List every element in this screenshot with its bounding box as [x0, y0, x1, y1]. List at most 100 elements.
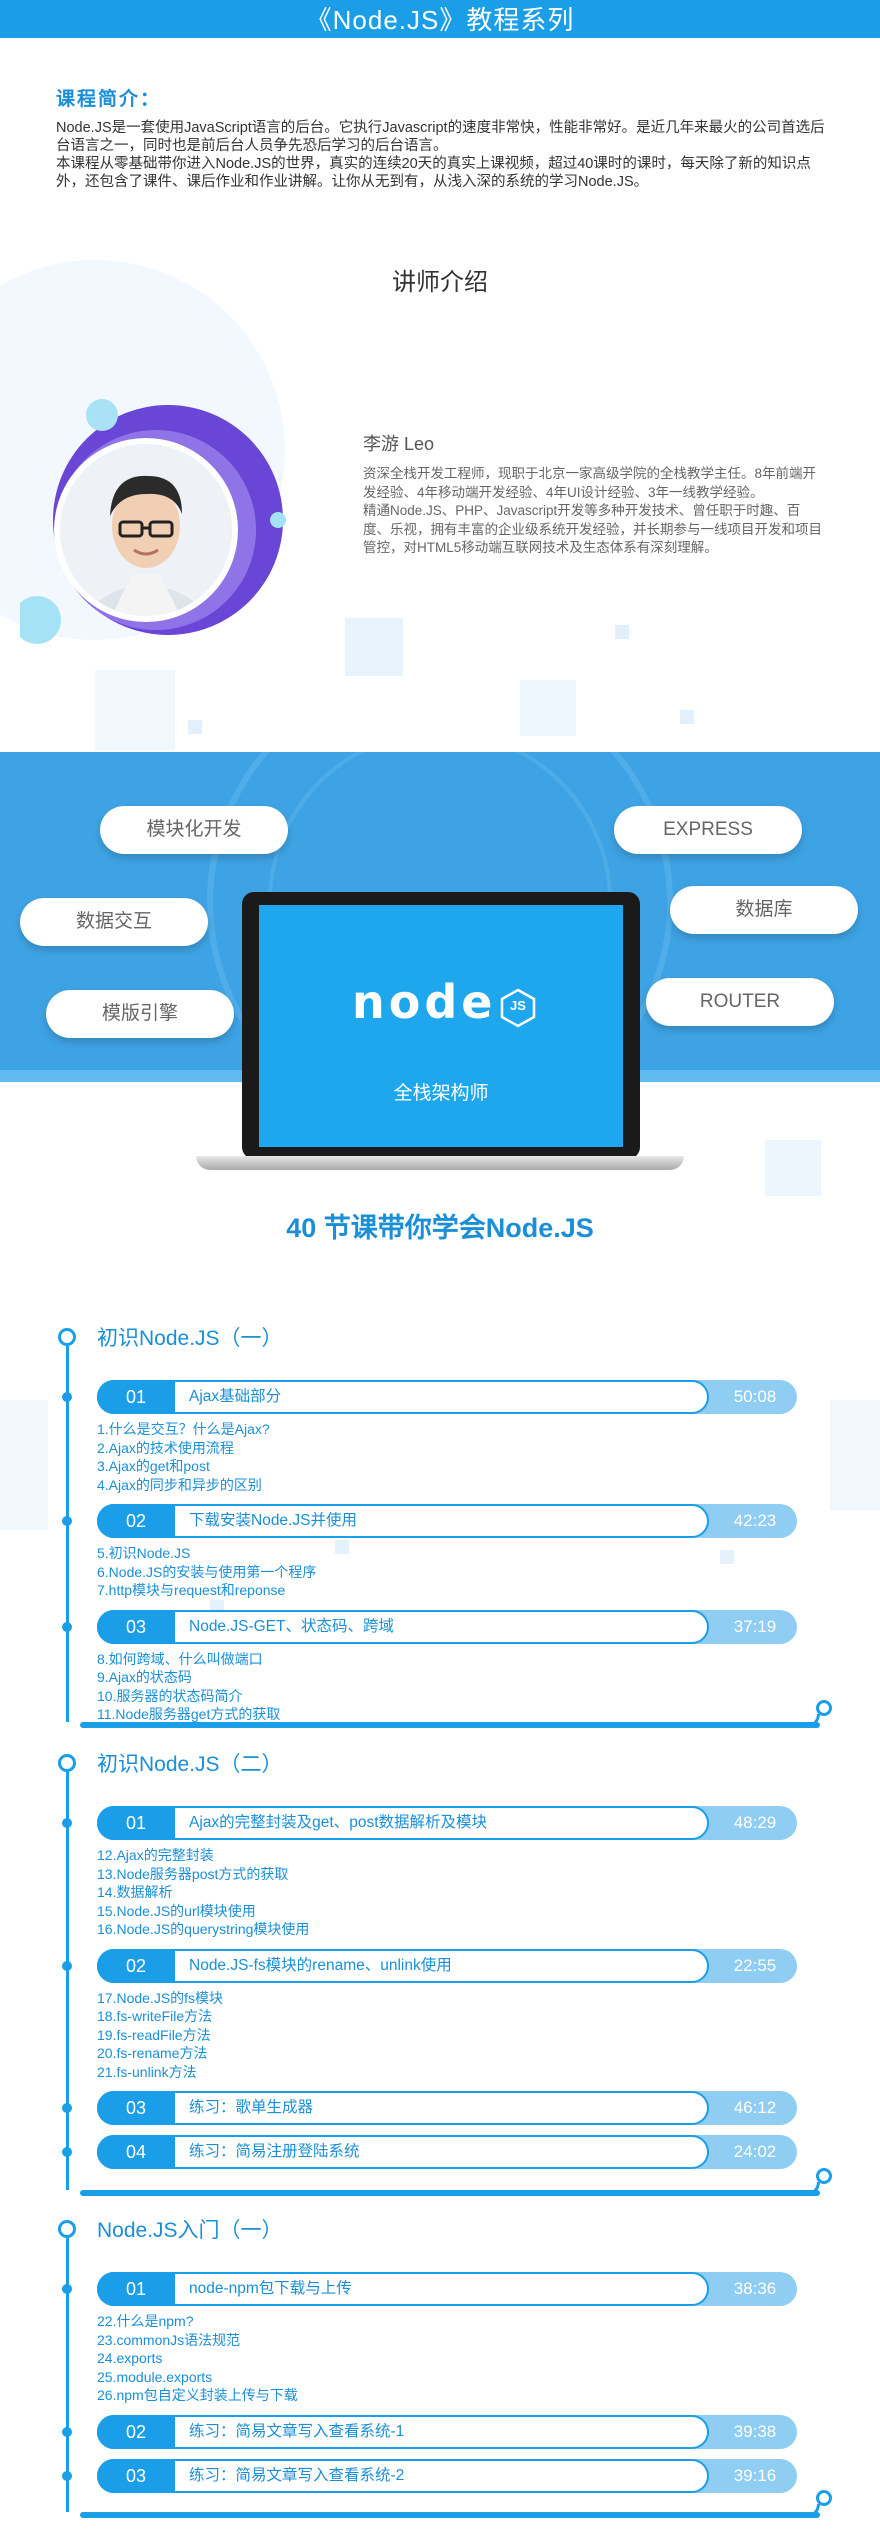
lesson-duration: 46:12	[733, 2098, 777, 2117]
lesson-number: 04	[97, 2135, 175, 2169]
page-title: 《Node.JS》教程系列	[305, 5, 575, 35]
timeline-line	[66, 1346, 69, 1722]
lesson-duration: 37:19	[733, 1616, 777, 1636]
lesson-row[interactable]: 02 Node.JS-fs模块的rename、unlink使用 22:55	[97, 1948, 797, 1983]
js-badge: JS	[510, 998, 526, 1013]
lesson-row[interactable]: 03 Node.JS-GET、状态码、跨域 37:19	[97, 1609, 797, 1644]
chapter-marker-icon	[58, 1754, 76, 1772]
teacher-name: 李游 Leo	[363, 434, 435, 454]
lesson-topic: 21.fs-unlink方法	[97, 2063, 197, 2080]
lesson-title: Node.JS-fs模块的rename、unlink使用	[189, 1956, 452, 1974]
lesson-duration: 38:36	[733, 2279, 777, 2298]
lesson-duration: 42:23	[733, 1511, 777, 1530]
lesson-topic: 26.npm包自定义封装上传与下载	[97, 2387, 298, 2403]
lesson-duration: 39:38	[733, 2421, 777, 2441]
page-header: 《Node.JS》教程系列	[0, 0, 880, 38]
avatar	[60, 444, 232, 616]
lesson-title: node-npm包下载与上传	[189, 2280, 352, 2297]
lesson-row[interactable]: 02 练习：简易文章写入查看系统-1 39:38	[97, 2414, 797, 2449]
lesson-row[interactable]: 01 Ajax的完整封装及get、post数据解析及模块 48:29	[97, 1806, 797, 1840]
intro-title: 课程简介：	[56, 89, 162, 110]
lesson-title: 下载安装Node.JS并使用	[189, 1512, 357, 1529]
chapter-end-swoosh	[80, 2512, 820, 2518]
lesson-duration: 48:29	[733, 1813, 777, 1832]
lesson-topic: 20.fs-rename方法	[97, 2045, 208, 2061]
lesson-topic: 10.服务器的状态码简介	[97, 1687, 243, 1704]
lesson-topic: 7.http模块与request和reponse	[97, 1582, 286, 1598]
timeline-line	[66, 1772, 69, 2190]
teacher-bio: 资深全栈开发工程师，现职于北京一家高级学院的全栈教学主任。8年前端开发经验、4年…	[363, 465, 825, 558]
lesson-number: 01	[97, 1806, 175, 1840]
lesson-duration: 50:08	[733, 1387, 777, 1406]
feature-pill-router: ROUTER	[646, 978, 834, 1026]
lesson-topic: 4.Ajax的同步和异步的区别	[97, 1476, 262, 1493]
chapter-marker-icon	[58, 2220, 76, 2238]
lesson-marker-icon	[62, 2470, 72, 2481]
lesson-number: 03	[97, 2091, 175, 2125]
intro-paragraph: 本课程从零基础带你进入Node.JS的世界，真实的连续20天的真实上课视频，超过…	[56, 156, 811, 190]
lesson-topic: 15.Node.JS的url模块使用	[97, 1902, 256, 1919]
chapter-end-swoosh	[80, 1722, 820, 1728]
lesson-topic: 16.Node.JS的querystring模块使用	[97, 1921, 310, 1937]
lesson-topic-list: 12.Ajax的完整封装 13.Node服务器post方式的获取 14.数据解析 15…	[97, 1846, 309, 1939]
lesson-row[interactable]: 01 node-npm包下载与上传 38:36	[97, 2272, 797, 2306]
teacher-bio-paragraph: 资深全栈开发工程师，现职于北京一家高级学院的全栈教学主任。8年前端开发经验、4年…	[363, 466, 817, 500]
lesson-duration: 22:55	[733, 1955, 777, 1975]
lesson-topic: 8.如何跨域、什么叫做端口	[97, 1650, 263, 1667]
chapter-marker-icon	[58, 1328, 76, 1346]
feature-pill-database: 数据库	[670, 886, 858, 934]
lesson-topic: 5.初识Node.JS	[97, 1545, 191, 1561]
lesson-number: 03	[97, 2458, 175, 2493]
lesson-number: 03	[97, 1609, 175, 1644]
lesson-topic: 13.Node服务器post方式的获取	[97, 1865, 289, 1882]
lesson-topic-list: 8.如何跨域、什么叫做端口 9.Ajax的状态码 10.服务器的状态码简介 11.No…	[97, 1650, 280, 1724]
lesson-topic: 18.fs-writeFile方法	[97, 2008, 213, 2024]
lesson-topic: 11.Node服务器get方式的获取	[97, 1706, 281, 1722]
lesson-marker-icon	[62, 1392, 72, 1402]
lesson-title: 练习：歌单生成器	[189, 2099, 314, 2116]
lesson-row[interactable]: 02 下载安装Node.JS并使用 42:23	[97, 1504, 797, 1538]
lesson-number: 02	[97, 1948, 175, 1983]
lesson-title: 练习：简易文章写入查看系统-2	[189, 2466, 405, 2484]
lesson-title: 练习：简易注册登陆系统	[189, 2143, 360, 2160]
lesson-number: 01	[97, 2272, 175, 2306]
lesson-topic: 6.Node.JS的安装与使用第一个程序	[97, 1563, 317, 1580]
node-logo: node	[352, 975, 497, 1029]
lesson-topic: 3.Ajax的get和post	[97, 1458, 210, 1474]
feature-pill-express: EXPRESS	[614, 806, 802, 854]
chapter-title: Node.JS入门（一）	[97, 2219, 283, 2242]
intro-paragraph: Node.JS是一套使用JavaScript语言的后台。它执行Javascrip…	[56, 120, 825, 154]
lesson-title: Node.JS-GET、状态码、跨域	[189, 1617, 394, 1635]
feature-pill-modular: 模块化开发	[100, 806, 288, 854]
lesson-topic: 1.什么是交互？什么是Ajax?	[97, 1421, 270, 1437]
lesson-topic: 22.什么是npm?	[97, 2313, 194, 2329]
lesson-marker-icon	[62, 2103, 72, 2113]
lesson-topic: 23.commonJs语法规范	[97, 2331, 241, 2348]
lesson-marker-icon	[62, 1960, 72, 1971]
lesson-topic-list: 1.什么是交互？什么是Ajax? 2.Ajax的技术使用流程 3.Ajax的get和…	[97, 1420, 270, 1494]
lesson-topic-list: 5.初识Node.JS 6.Node.JS的安装与使用第一个程序 7.http模块与…	[97, 1544, 316, 1600]
lesson-marker-icon	[62, 2284, 72, 2294]
lesson-topic: 14.数据解析	[97, 1884, 173, 1900]
lesson-topic: 24.exports	[97, 2350, 163, 2366]
chapter-end-swoosh	[80, 2190, 820, 2196]
lesson-topic: 25.module.exports	[97, 2368, 213, 2385]
lesson-topic-list: 17.Node.JS的fs模块 18.fs-writeFile方法 19.fs-re…	[97, 1989, 223, 2082]
lesson-duration: 24:02	[733, 2142, 777, 2161]
lesson-topic: 9.Ajax的状态码	[97, 1669, 192, 1685]
lesson-topic: 19.fs-readFile方法	[97, 2026, 211, 2043]
lesson-marker-icon	[62, 1516, 72, 1526]
lesson-topic: 12.Ajax的完整封装	[97, 1847, 214, 1863]
lesson-number: 02	[97, 2414, 175, 2449]
lesson-marker-icon	[62, 2147, 72, 2157]
lesson-topic-list: 22.什么是npm? 23.commonJs语法规范 24.exports 25.mo…	[97, 2312, 298, 2405]
lesson-duration: 39:16	[733, 2465, 777, 2485]
lesson-row[interactable]: 04 练习：简易注册登陆系统 24:02	[97, 2135, 797, 2169]
lesson-row[interactable]: 01 Ajax基础部分 50:08	[97, 1380, 797, 1414]
lesson-row[interactable]: 03 练习：歌单生成器 46:12	[97, 2091, 797, 2125]
lesson-title: Ajax基础部分	[189, 1388, 282, 1405]
teacher-bio-paragraph: 精通Node.JS、PHP、Javascript开发等多种开发技术、曾任职于时趣…	[363, 503, 822, 555]
lesson-title: 练习：简易文章写入查看系统-1	[189, 2422, 405, 2440]
lesson-marker-icon	[62, 2426, 72, 2437]
lesson-row[interactable]: 03 练习：简易文章写入查看系统-2 39:16	[97, 2458, 797, 2493]
